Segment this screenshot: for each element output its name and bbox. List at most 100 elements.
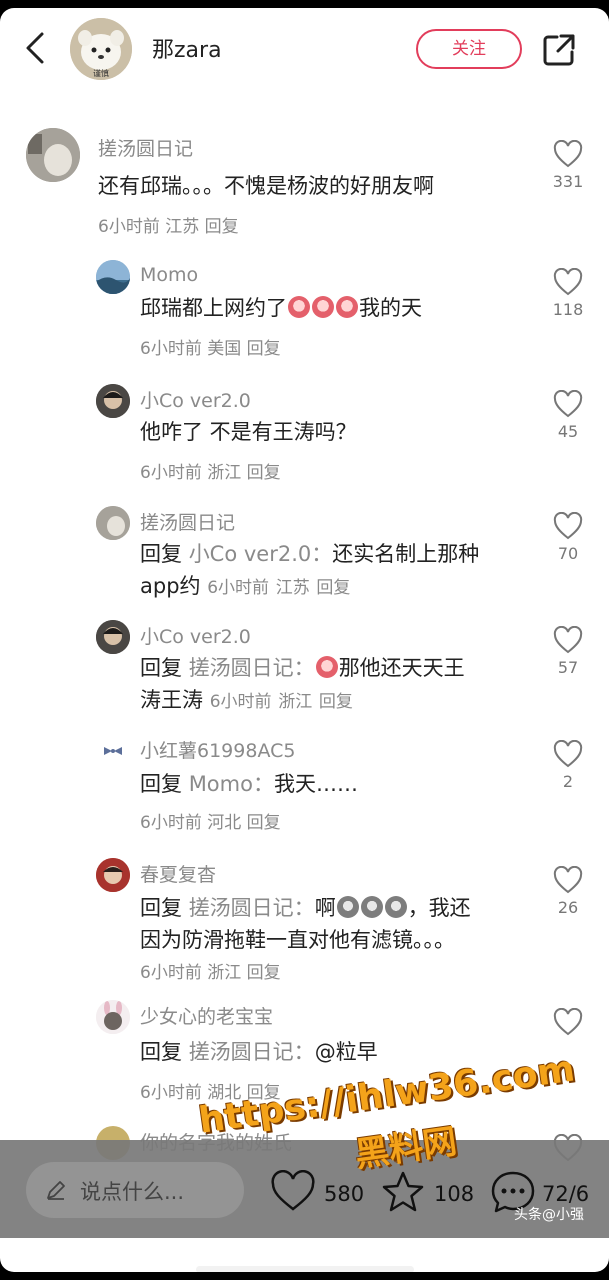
comment-text: 他咋了 不是有王涛吗？ [140, 420, 357, 444]
commenter-name[interactable]: Momo [140, 264, 198, 286]
crying-face-icon [312, 296, 334, 318]
comment-location: 美国 [207, 339, 242, 359]
like-count: 118 [552, 300, 584, 319]
comment-time: 6小时前 [209, 692, 272, 712]
commenter-avatar[interactable] [96, 858, 130, 892]
like-count: 45 [557, 422, 579, 441]
follow-button[interactable]: 关注 [416, 29, 522, 69]
share-button[interactable] [541, 32, 577, 68]
commenter-name[interactable]: 搓汤圆日记 [98, 134, 193, 161]
comment-time: 6小时前 [207, 578, 270, 598]
like-button[interactable]: 70 [543, 512, 593, 563]
commenter-avatar[interactable] [96, 620, 130, 654]
comment-text: 回复 搓汤圆日记：啊 ，我还 因为防滑拖鞋一直对他有滤镜。。。 [140, 892, 540, 956]
reply-target[interactable]: 搓汤圆日记： [189, 896, 315, 920]
heart-icon [553, 390, 583, 418]
reply-link[interactable]: 回复 [205, 217, 239, 237]
reply-link[interactable]: 回复 [319, 692, 353, 712]
comment-text: 回复 搓汤圆日记： 那他还天天王 涛王涛 6小时前 浙江 回复 [140, 652, 540, 718]
commenter-name[interactable]: 少女心的老宝宝 [140, 1002, 273, 1029]
heart-icon [553, 740, 583, 768]
comment-time: 6小时前 [140, 339, 202, 359]
commenter-name[interactable]: 春夏复杳 [140, 860, 216, 887]
crying-face-icon [336, 296, 358, 318]
reply-link[interactable]: 回复 [247, 463, 281, 483]
heart-icon [553, 268, 583, 296]
crying-face-icon [288, 296, 310, 318]
commenter-name[interactable]: 搓汤圆日记 [140, 508, 235, 535]
comment-meta: 6小时前 河北 回复 [140, 808, 281, 833]
like-button[interactable]: 45 [543, 390, 593, 441]
like-count: 2 [562, 772, 574, 791]
person-avatar-icon [96, 858, 130, 892]
commenter-avatar[interactable] [96, 260, 130, 294]
scared-face-icon [315, 656, 338, 678]
reply-target[interactable]: 搓汤圆日记： [189, 656, 315, 680]
reply-prefix: 回复 [140, 542, 182, 566]
reply-prefix: 回复 [140, 1040, 182, 1064]
person-avatar-icon [96, 620, 130, 654]
comment-location: 江苏 [275, 578, 310, 598]
commenter-avatar[interactable] [96, 1000, 130, 1034]
commenter-avatar[interactable] [96, 384, 130, 418]
comment-text-part: 我的天 [359, 296, 422, 320]
gray-face-icon [360, 896, 383, 918]
cat-avatar-icon [26, 128, 80, 182]
bow-avatar-icon [100, 738, 126, 764]
comment-text-part: 啊 [314, 896, 336, 920]
reply-link[interactable]: 回复 [247, 963, 281, 983]
comment-time: 6小时前 [140, 1083, 202, 1103]
comment-time: 6小时前 [98, 217, 160, 237]
back-button[interactable] [18, 28, 54, 68]
share-external-icon [543, 34, 575, 66]
comment-time: 6小时前 [140, 463, 202, 483]
commenter-avatar[interactable] [26, 128, 80, 182]
like-button[interactable]: 118 [543, 268, 593, 319]
landscape-avatar-icon [96, 260, 130, 294]
puppy-avatar-icon: 谨慎 [70, 18, 132, 80]
heart-icon [553, 512, 583, 540]
like-button[interactable]: 26 [543, 866, 593, 917]
reply-link[interactable]: 回复 [247, 339, 281, 359]
comment-count: 72/6 [542, 1182, 590, 1206]
comment-text: 还有邱瑞。。。不愧是杨波的好朋友啊 [98, 174, 434, 198]
reply-link[interactable]: 回复 [316, 578, 350, 598]
comment-text-part: ，我还 [407, 896, 471, 920]
comment-text-part: 那他还天天王 [338, 656, 465, 680]
like-button[interactable]: 2 [543, 740, 593, 791]
commenter-avatar[interactable] [96, 506, 130, 540]
author-avatar[interactable]: 谨慎 [70, 18, 132, 80]
heart-icon [553, 140, 583, 168]
reply-target[interactable]: 小Co ver2.0： [189, 542, 333, 566]
like-button[interactable]: 57 [543, 626, 593, 677]
commenter-avatar[interactable] [100, 738, 126, 764]
like-count: 57 [557, 658, 579, 677]
comment-time: 6小时前 [140, 963, 202, 983]
commenter-name[interactable]: 小Co ver2.0 [140, 622, 251, 649]
reply-link[interactable]: 回复 [247, 813, 281, 833]
comment-text-part: 我天…… [273, 772, 358, 796]
reply-prefix: 回复 [140, 772, 182, 796]
commenter-name[interactable]: 小红薯61998AC5 [140, 736, 295, 763]
reply-target[interactable]: 搓汤圆日记： [189, 1040, 315, 1064]
comment-text: 回复 Momo：我天…… [140, 768, 540, 800]
star-icon [382, 1171, 424, 1212]
commenter-name[interactable]: 小Co ver2.0 [140, 386, 251, 413]
like-button[interactable]: 331 [543, 140, 593, 191]
home-indicator[interactable] [196, 1266, 414, 1272]
reply-target[interactable]: Momo： [189, 772, 274, 796]
comment-input-placeholder: 说点什么... [80, 1180, 185, 1204]
comment-location: 浙江 [207, 463, 242, 483]
comment-location: 浙江 [278, 692, 313, 712]
chevron-left-icon [26, 32, 44, 64]
comment-location: 河北 [207, 813, 242, 833]
reply-prefix: 回复 [140, 656, 182, 680]
comment-meta: 6小时前 浙江 回复 [140, 458, 281, 483]
comment-location: 浙江 [207, 963, 242, 983]
collect-button[interactable]: 108 [380, 1170, 480, 1214]
like-count: 331 [552, 172, 584, 191]
watermark-site-name: 黑料网 [352, 1121, 460, 1176]
comment-text-part: 还实名制上那种 [332, 542, 480, 566]
heart-icon [553, 626, 583, 654]
author-name[interactable]: 那zara [152, 32, 222, 64]
